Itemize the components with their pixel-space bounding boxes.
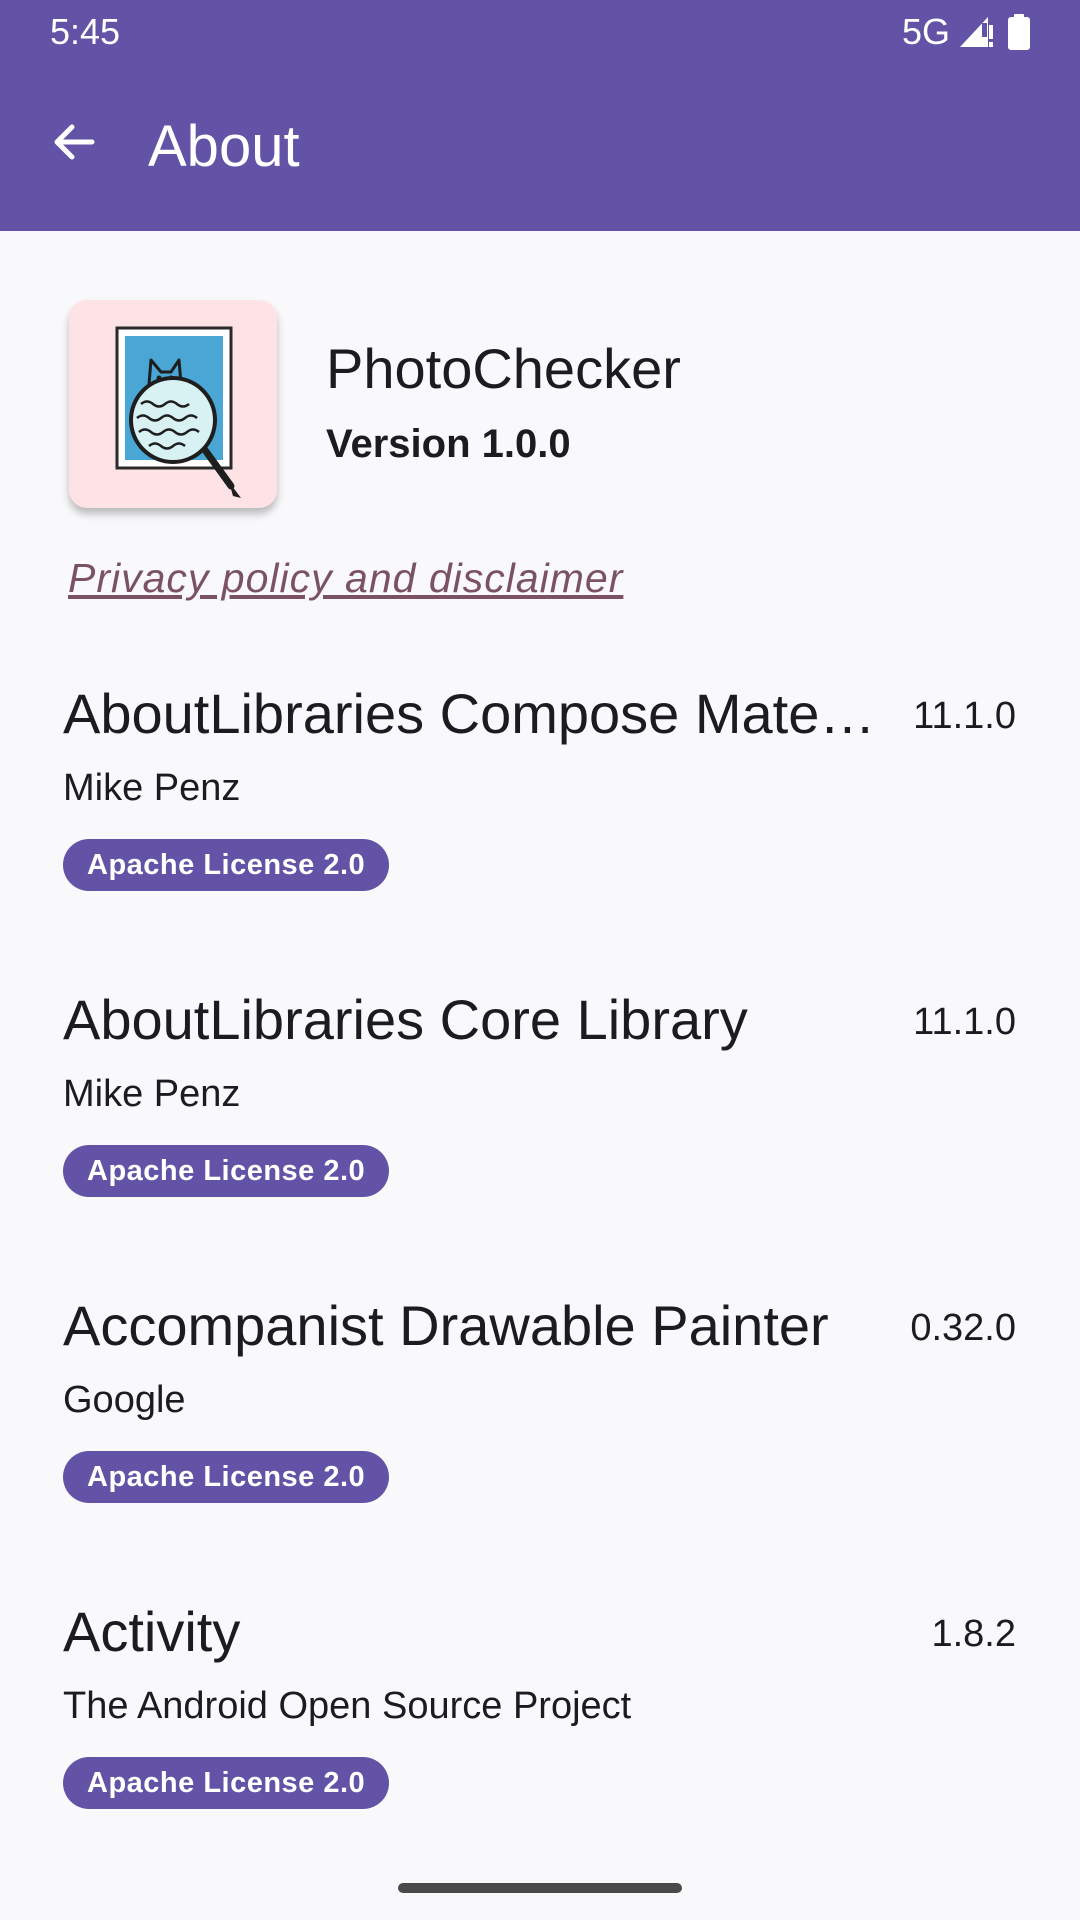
library-item[interactable]: Activity 1.8.2 The Android Open Source P… <box>0 1578 1080 1884</box>
library-list: AboutLibraries Compose Material 3 11.1.0… <box>0 660 1080 1884</box>
library-version: 11.1.0 <box>913 1001 1016 1043</box>
photochecker-app-icon <box>69 300 277 508</box>
license-badge[interactable]: Apache License 2.0 <box>63 839 390 891</box>
battery-icon <box>1008 14 1030 50</box>
app-name: PhotoChecker <box>326 337 681 400</box>
license-badge[interactable]: Apache License 2.0 <box>63 1145 390 1197</box>
app-version: Version 1.0.0 <box>326 422 571 466</box>
signal-icon <box>958 15 994 49</box>
library-version: 1.8.2 <box>931 1613 1016 1655</box>
library-name: AboutLibraries Compose Material 3 <box>63 682 883 745</box>
library-version: 11.1.0 <box>913 695 1016 737</box>
status-icons: 5G <box>902 10 1030 54</box>
status-bar: 5:45 5G <box>0 0 1080 64</box>
library-author: The Android Open Source Project <box>63 1685 632 1727</box>
license-badge[interactable]: Apache License 2.0 <box>63 1757 390 1809</box>
privacy-policy-link[interactable]: Privacy policy and disclaimer <box>68 553 623 603</box>
top-app-bar: About <box>0 64 1080 231</box>
back-button[interactable] <box>34 104 114 184</box>
library-name: Accompanist Drawable Painter <box>63 1294 829 1357</box>
library-version: 0.32.0 <box>910 1307 1016 1349</box>
status-time: 5:45 <box>50 11 121 52</box>
library-author: Mike Penz <box>63 767 241 809</box>
arrow-back-icon <box>50 118 98 171</box>
network-type: 5G <box>901 11 950 52</box>
page-title: About <box>148 114 300 179</box>
library-name: Activity <box>63 1600 241 1663</box>
library-item[interactable]: AboutLibraries Core Library 11.1.0 Mike … <box>0 966 1080 1272</box>
library-author: Mike Penz <box>63 1073 241 1115</box>
library-item[interactable]: Accompanist Drawable Painter 0.32.0 Goog… <box>0 1272 1080 1578</box>
app-info-header: PhotoChecker Version 1.0.0 Privacy polic… <box>0 231 1080 631</box>
library-name: AboutLibraries Core Library <box>63 988 748 1051</box>
license-badge[interactable]: Apache License 2.0 <box>63 1451 390 1503</box>
library-author: Google <box>63 1379 186 1421</box>
library-item[interactable]: AboutLibraries Compose Material 3 11.1.0… <box>0 660 1080 966</box>
gesture-navigation-handle[interactable] <box>398 1883 682 1893</box>
